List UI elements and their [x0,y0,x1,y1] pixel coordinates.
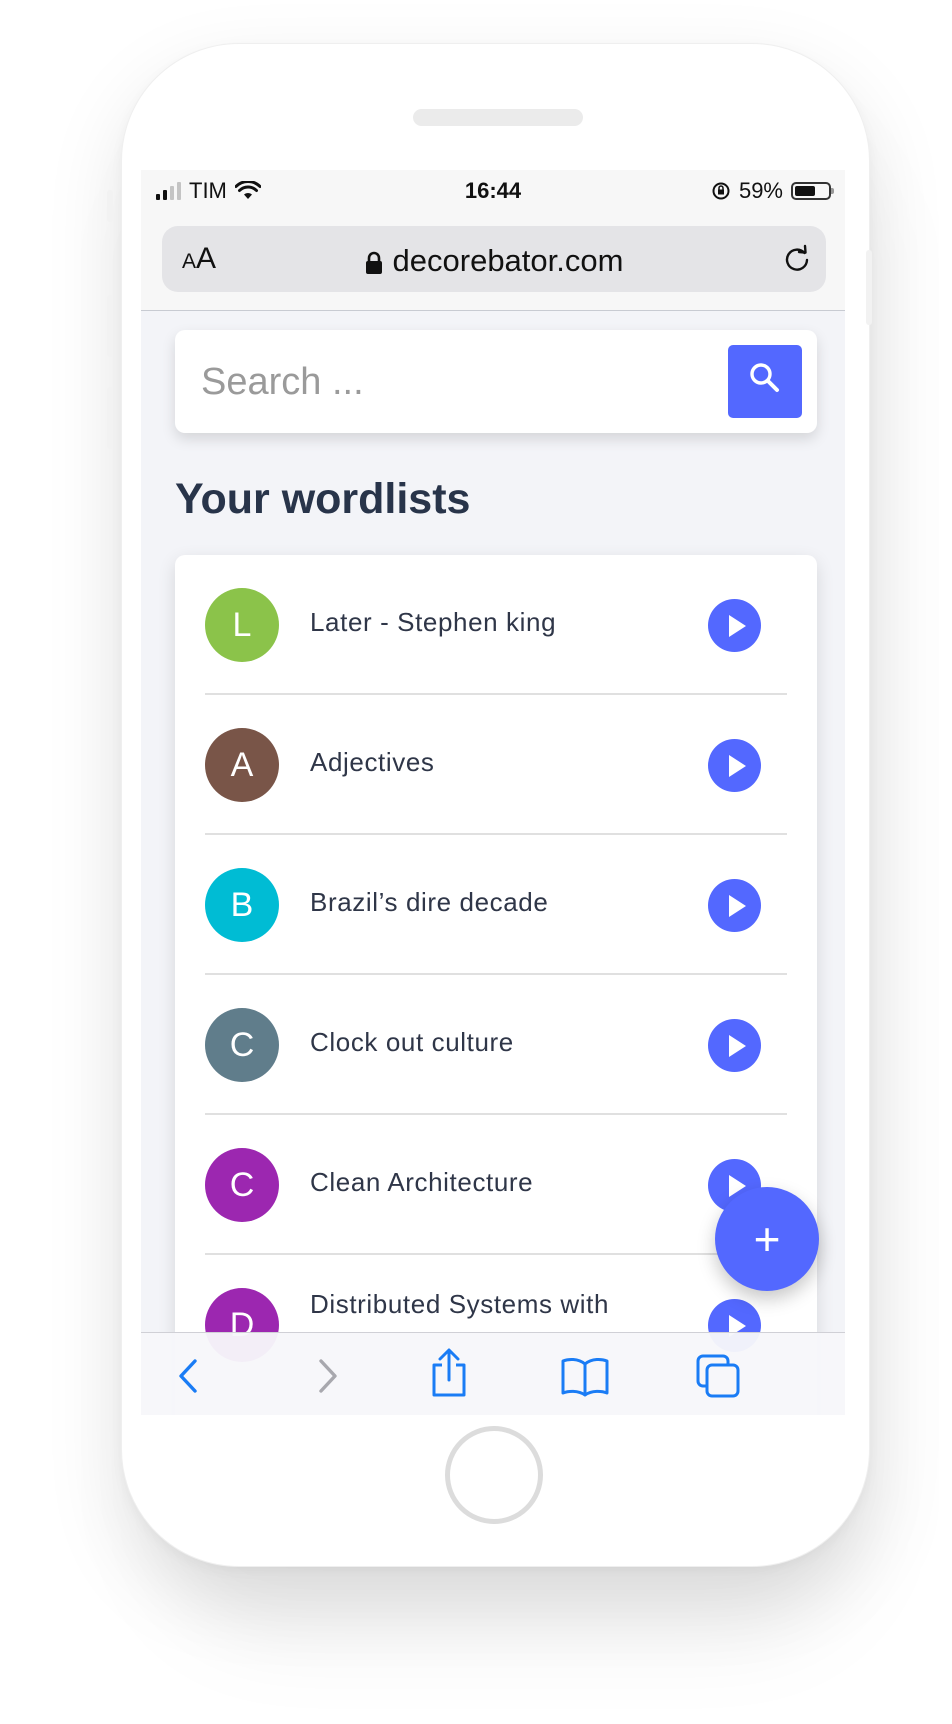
avatar: A [205,728,279,802]
volume-down-button [107,387,113,449]
wordlist-title: Clean Architecture [310,1167,534,1197]
search-button[interactable] [728,345,802,418]
search-icon [750,363,779,392]
wordlist-title: Distributed Systems with [310,1289,610,1319]
url-display[interactable]: decorebator.com [162,243,826,279]
orientation-lock-icon [712,182,730,200]
section-title: Your wordlists [175,475,471,523]
mute-switch [107,190,113,222]
avatar: C [205,1008,279,1082]
avatar: L [205,588,279,662]
wordlist-title: Clock out culture [310,1027,514,1057]
wordlist-card: L Later - Stephen king A Adjectives B Br… [175,555,817,1415]
domain-label: decorebator.com [392,243,624,278]
battery-percent: 59% [738,178,783,203]
speaker [413,109,583,126]
status-bar: TIM 16:44 59% [141,170,845,210]
battery-icon [791,182,834,200]
add-wordlist-button[interactable]: + [715,1187,819,1291]
volume-up-button [107,295,113,357]
search-input[interactable] [199,350,703,414]
screen: TIM 16:44 59% AA decorebator.com Search … [141,170,845,1415]
home-button[interactable] [445,1426,543,1524]
wordlist-title: Brazil’s dire decade [310,887,549,917]
share-icon[interactable] [426,1347,472,1399]
tabs-icon[interactable] [695,1353,741,1399]
play-button[interactable] [708,599,761,652]
chevron-right-icon[interactable] [303,1353,349,1399]
list-item[interactable]: L Later - Stephen king [205,555,787,695]
play-button[interactable] [708,739,761,792]
search-bar [175,330,817,433]
reload-icon[interactable] [782,244,812,274]
power-button [866,250,872,325]
address-bar[interactable]: AA decorebator.com [162,226,826,292]
play-button[interactable] [708,879,761,932]
play-button[interactable] [708,1019,761,1072]
avatar: C [205,1148,279,1222]
address-bar-container: AA decorebator.com [141,210,845,311]
list-item[interactable]: B Brazil’s dire decade [205,835,787,975]
bookmarks-icon[interactable] [560,1353,610,1399]
list-item[interactable]: C Clean Architecture [205,1115,787,1255]
wordlist-title: Later - Stephen king [310,607,557,637]
status-right: 59% [711,178,834,204]
avatar: B [205,868,279,942]
browser-toolbar [141,1332,845,1415]
lock-icon [365,251,382,274]
wordlist-title: Adjectives [310,747,435,777]
chevron-left-icon[interactable] [167,1353,213,1399]
list-item[interactable]: C Clock out culture [205,975,787,1115]
list-item[interactable]: A Adjectives [205,695,787,835]
